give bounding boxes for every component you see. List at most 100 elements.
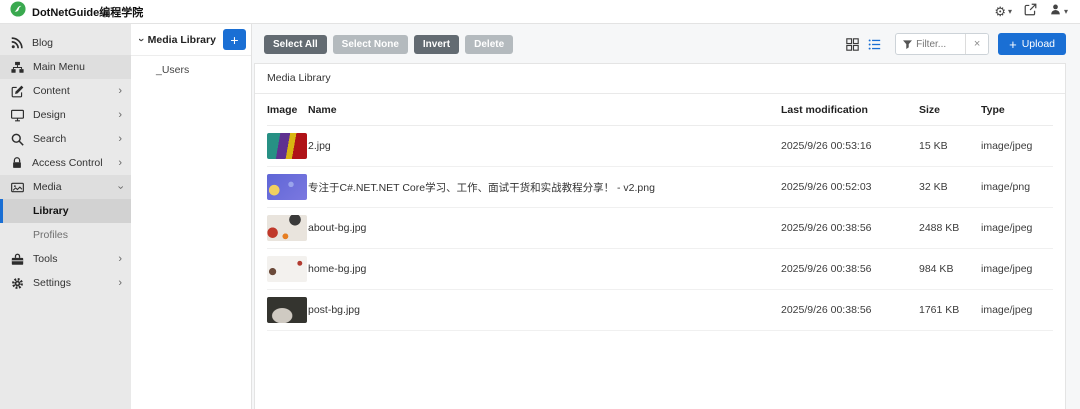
chevron-right-icon: › <box>118 84 122 97</box>
file-type: image/jpeg <box>981 207 1053 249</box>
brand: DotNetGuide编程学院 <box>10 1 143 22</box>
toolbox-icon <box>11 253 24 265</box>
col-header-size: Size <box>919 94 981 126</box>
sidebar: Blog Main Menu Content › Design › Search… <box>0 24 131 409</box>
user-menu-dropdown[interactable]: ▾ <box>1049 3 1068 21</box>
filter-input[interactable] <box>913 34 966 54</box>
search-icon <box>11 133 24 146</box>
file-modified: 2025/9/26 00:53:16 <box>781 125 919 167</box>
media-toolbar: Select All Select None Invert Delete × <box>252 24 1080 63</box>
file-name: 专注于C#.NET.NET Core学习、工作、面试干货和实战教程分享！ - v… <box>308 166 781 208</box>
thumbnail <box>267 215 307 241</box>
caret-down-icon: ▾ <box>1007 7 1012 16</box>
table-row[interactable]: about-bg.jpg 2025/9/26 00:38:56 2488 KB … <box>267 207 1053 249</box>
sidebar-item-media[interactable]: Media › <box>0 175 131 199</box>
select-all-button[interactable]: Select All <box>264 34 327 54</box>
sidebar-item-blog[interactable]: Blog <box>0 31 131 55</box>
tree-root-item[interactable]: › Media Library + <box>131 24 251 56</box>
chevron-right-icon: › <box>118 156 122 169</box>
sidebar-item-settings[interactable]: Settings › <box>0 271 131 295</box>
table-row[interactable]: post-bg.jpg 2025/9/26 00:38:56 1761 KB i… <box>267 289 1053 331</box>
edit-icon <box>11 85 24 97</box>
file-name: 2.jpg <box>308 125 781 167</box>
sidebar-item-search[interactable]: Search › <box>0 127 131 151</box>
file-size: 15 KB <box>919 125 981 167</box>
sidebar-item-main-menu[interactable]: Main Menu <box>0 55 131 79</box>
topbar: DotNetGuide编程学院 ⚙ ▾ ▾ <box>0 0 1080 24</box>
add-folder-button[interactable]: + <box>223 29 246 50</box>
thumbnail <box>267 297 307 323</box>
sitemap-icon <box>11 61 24 73</box>
user-icon <box>1049 3 1062 21</box>
col-header-image: Image <box>267 94 308 126</box>
sidebar-item-design[interactable]: Design › <box>0 103 131 127</box>
upload-button[interactable]: + Upload <box>998 33 1066 55</box>
file-type: image/jpeg <box>981 125 1053 167</box>
thumbnail <box>267 256 307 282</box>
table-row[interactable]: 2.jpg 2025/9/26 00:53:16 15 KB image/jpe… <box>267 125 1053 167</box>
close-icon: × <box>973 38 981 50</box>
file-name: home-bg.jpg <box>308 248 781 290</box>
file-modified: 2025/9/26 00:38:56 <box>781 248 919 290</box>
table-row[interactable]: 专注于C#.NET.NET Core学习、工作、面试干货和实战教程分享！ - v… <box>267 166 1053 208</box>
thumbnail <box>267 174 307 200</box>
lock-icon <box>13 157 21 168</box>
clear-filter-button[interactable]: × <box>965 34 989 54</box>
chevron-down-icon: › <box>114 185 127 189</box>
view-site-button[interactable] <box>1024 3 1037 21</box>
chevron-right-icon: › <box>118 252 122 265</box>
col-header-type: Type <box>981 94 1053 126</box>
media-folder-tree: › Media Library + _Users <box>131 24 252 409</box>
file-name: post-bg.jpg <box>308 289 781 331</box>
select-none-button[interactable]: Select None <box>332 34 408 54</box>
chevron-right-icon: › <box>118 132 122 145</box>
col-header-name: Name <box>308 94 781 126</box>
admin-settings-dropdown[interactable]: ⚙ ▾ <box>994 5 1012 18</box>
gear-icon <box>12 277 23 289</box>
main-content: Select All Select None Invert Delete × <box>252 24 1080 409</box>
media-table: Image Name Last modification Size Type 2… <box>267 94 1053 331</box>
file-type: image/png <box>981 166 1053 208</box>
file-modified: 2025/9/26 00:52:03 <box>781 166 919 208</box>
brand-logo-icon <box>10 1 26 22</box>
gear-icon: ⚙ <box>994 4 1006 19</box>
display-icon <box>11 109 24 121</box>
list-icon <box>868 38 881 50</box>
invert-button[interactable]: Invert <box>413 34 460 54</box>
filter-funnel-icon <box>896 34 913 54</box>
file-modified: 2025/9/26 00:38:56 <box>781 289 919 331</box>
chevron-right-icon: › <box>118 276 122 289</box>
file-type: image/jpeg <box>981 248 1053 290</box>
file-size: 2488 KB <box>919 207 981 249</box>
list-view-button[interactable] <box>868 38 881 51</box>
sidebar-item-tools[interactable]: Tools › <box>0 247 131 271</box>
sidebar-item-access-control[interactable]: Access Control › <box>0 151 131 175</box>
col-header-last-modification: Last modification <box>781 94 919 126</box>
file-size: 32 KB <box>919 166 981 208</box>
tree-root-label: Media Library <box>147 33 216 46</box>
grid-icon <box>846 37 859 51</box>
filter-group: × <box>895 33 990 55</box>
grid-view-button[interactable] <box>846 37 859 51</box>
tree-folder-users[interactable]: _Users <box>131 56 251 76</box>
sidebar-item-profiles[interactable]: Profiles <box>0 223 131 247</box>
rss-icon <box>11 37 23 49</box>
file-size: 1761 KB <box>919 289 981 331</box>
sidebar-item-library[interactable]: Library <box>0 199 131 223</box>
media-library-card: Media Library Image Name Last modificati… <box>254 63 1066 409</box>
brand-name: DotNetGuide编程学院 <box>32 6 144 19</box>
sidebar-item-content[interactable]: Content › <box>0 79 131 103</box>
file-size: 984 KB <box>919 248 981 290</box>
chevron-right-icon: › <box>118 108 122 121</box>
plus-icon: + <box>1009 36 1017 52</box>
file-modified: 2025/9/26 00:38:56 <box>781 207 919 249</box>
table-row[interactable]: home-bg.jpg 2025/9/26 00:38:56 984 KB im… <box>267 248 1053 290</box>
plus-icon: + <box>230 31 239 48</box>
table-header-row: Image Name Last modification Size Type <box>267 94 1053 126</box>
chevron-down-icon: › <box>134 37 147 42</box>
delete-button[interactable]: Delete <box>465 34 514 54</box>
file-name: about-bg.jpg <box>308 207 781 249</box>
panel-title: Media Library <box>255 64 1065 94</box>
caret-down-icon: ▾ <box>1063 7 1068 16</box>
thumbnail <box>267 133 307 159</box>
